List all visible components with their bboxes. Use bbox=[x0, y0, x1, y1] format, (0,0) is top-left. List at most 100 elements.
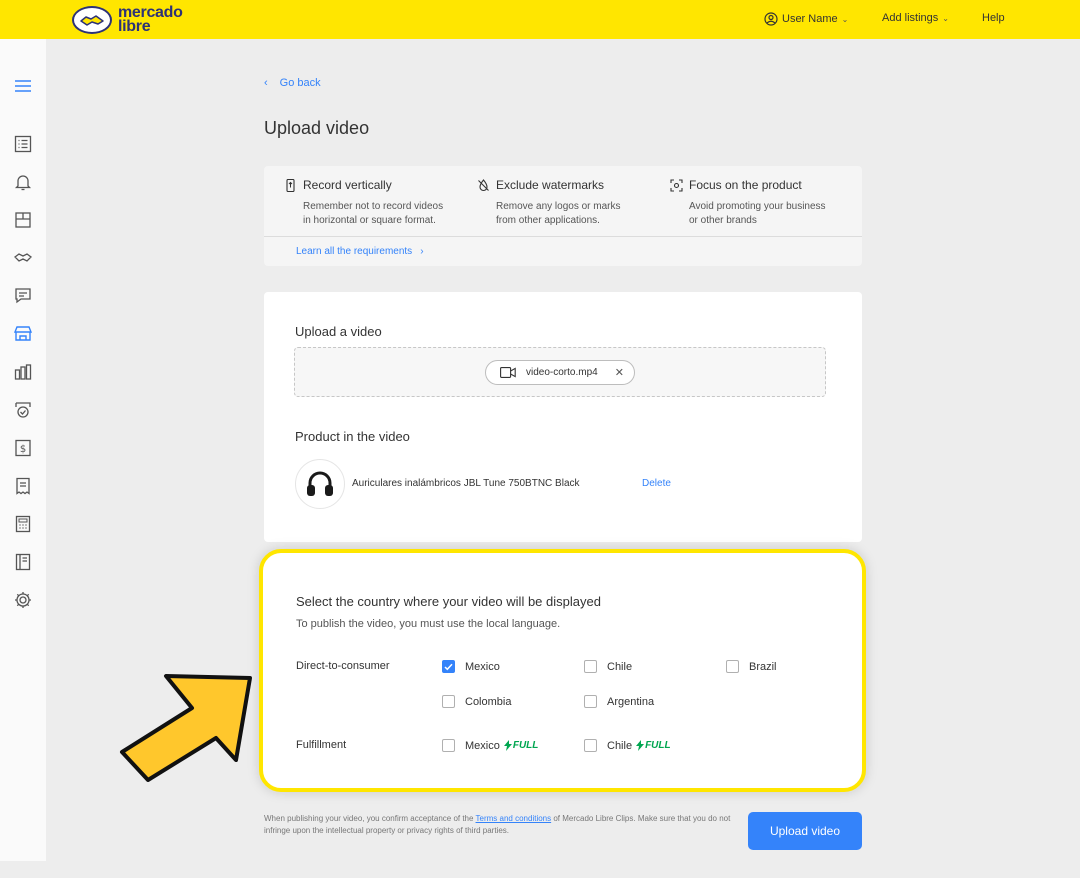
chevron-right-icon: › bbox=[420, 246, 424, 257]
checkbox-dtc-brazil[interactable]: Brazil bbox=[726, 660, 777, 673]
requirement-desc: Avoid promoting your business bbox=[689, 201, 826, 212]
checkbox[interactable] bbox=[726, 660, 739, 673]
add-listings-menu[interactable]: Add listings ⌄ bbox=[882, 12, 949, 24]
option-label: Mexico bbox=[465, 660, 500, 673]
badge-icon[interactable] bbox=[12, 399, 34, 421]
store-icon[interactable] bbox=[12, 323, 34, 345]
option-label: Mexico bbox=[465, 739, 500, 752]
video-camera-icon bbox=[500, 367, 516, 378]
list-icon[interactable] bbox=[12, 133, 34, 155]
checkbox[interactable] bbox=[442, 660, 455, 673]
headphones-icon bbox=[307, 471, 333, 496]
learn-requirements-label: Learn all the requirements bbox=[296, 246, 413, 257]
option-label: Chile bbox=[607, 660, 633, 673]
checkbox[interactable] bbox=[584, 660, 597, 673]
bell-icon[interactable] bbox=[12, 171, 34, 193]
requirement-item: Exclude watermarks Remove any logos or m… bbox=[477, 178, 657, 228]
book-icon[interactable] bbox=[12, 551, 34, 573]
checkbox-dtc-colombia[interactable]: Colombia bbox=[442, 695, 511, 708]
menu-icon[interactable] bbox=[12, 75, 34, 97]
checkbox-dtc-mexico[interactable]: Mexico bbox=[442, 660, 500, 673]
chevron-left-icon: ‹ bbox=[264, 77, 268, 89]
no-watermark-icon bbox=[478, 178, 489, 191]
product-name: Auriculares inalámbricos JBL Tune 750BTN… bbox=[352, 478, 580, 489]
help-label: Help bbox=[982, 12, 1005, 24]
file-name: video-corto.mp4 bbox=[526, 367, 598, 378]
phone-icon bbox=[286, 178, 295, 192]
full-badge: FULL bbox=[636, 740, 671, 751]
handshake-icon[interactable] bbox=[12, 247, 34, 269]
requirement-desc: Remember not to record videos bbox=[303, 201, 444, 212]
remove-file-icon[interactable]: ✕ bbox=[615, 366, 624, 379]
disclaimer-text: When publishing your video, you confirm … bbox=[264, 813, 734, 837]
requirement-desc: in horizontal or square format. bbox=[303, 215, 436, 226]
requirement-desc: or other brands bbox=[689, 215, 757, 226]
learn-requirements-link[interactable]: Learn all the requirements › bbox=[296, 246, 424, 257]
mercado-libre-logo[interactable]: mercado libre bbox=[72, 4, 183, 36]
checkbox-full-chile[interactable]: Chile FULL bbox=[584, 739, 671, 752]
option-label: Colombia bbox=[465, 695, 512, 708]
chevron-down-icon: ⌄ bbox=[841, 14, 849, 24]
upload-card: Upload a video video-corto.mp4 ✕ Product… bbox=[264, 292, 862, 542]
svg-text:$: $ bbox=[20, 444, 26, 455]
page-title: Upload video bbox=[264, 118, 370, 138]
checkbox[interactable] bbox=[584, 739, 597, 752]
full-badge-label: FULL bbox=[512, 740, 539, 751]
full-badge: FULL bbox=[503, 740, 539, 751]
video-dropzone[interactable]: video-corto.mp4 ✕ bbox=[294, 347, 826, 397]
lightning-icon bbox=[636, 740, 645, 751]
user-menu[interactable]: User Name ⌄ bbox=[764, 12, 848, 26]
receipt-icon[interactable] bbox=[12, 475, 34, 497]
upload-video-button[interactable]: Upload video bbox=[748, 812, 862, 850]
checkbox[interactable] bbox=[442, 739, 455, 752]
requirement-title: Focus on the product bbox=[689, 178, 802, 192]
user-name-label: User Name bbox=[782, 13, 838, 25]
help-link[interactable]: Help bbox=[982, 12, 1005, 24]
add-listings-label: Add listings bbox=[882, 12, 939, 24]
product-label: Product in the video bbox=[295, 429, 410, 444]
package-icon[interactable] bbox=[12, 209, 34, 231]
upload-video-label: Upload a video bbox=[295, 324, 382, 339]
logo-line2: libre bbox=[118, 18, 151, 35]
requirement-title: Record vertically bbox=[303, 178, 392, 192]
chat-icon[interactable] bbox=[12, 285, 34, 307]
top-header: mercado libre User Name ⌄ Add listings ⌄… bbox=[0, 0, 1080, 39]
checkbox-dtc-chile[interactable]: Chile bbox=[584, 660, 632, 673]
direct-to-consumer-label: Direct-to-consumer bbox=[296, 660, 390, 672]
disclaimer-pre: When publishing your video, you confirm … bbox=[264, 814, 476, 823]
country-title: Select the country where your video will… bbox=[296, 594, 601, 609]
option-label: Brazil bbox=[749, 660, 777, 673]
chevron-down-icon: ⌄ bbox=[942, 13, 949, 23]
terms-link[interactable]: Terms and conditions bbox=[476, 814, 552, 823]
requirement-item: Record vertically Remember not to record… bbox=[284, 178, 464, 228]
logo-text: mercado libre bbox=[118, 5, 183, 35]
requirements-card: Record vertically Remember not to record… bbox=[264, 166, 862, 266]
requirement-title: Exclude watermarks bbox=[496, 178, 605, 192]
focus-icon bbox=[670, 178, 683, 192]
option-label: Argentina bbox=[607, 695, 655, 708]
gear-icon[interactable] bbox=[12, 589, 34, 611]
file-chip: video-corto.mp4 ✕ bbox=[485, 360, 635, 385]
go-back-label: Go back bbox=[279, 77, 321, 89]
checkbox-full-mexico[interactable]: Mexico FULL bbox=[442, 739, 538, 752]
user-icon bbox=[764, 12, 778, 26]
requirement-desc: Remove any logos or marks bbox=[496, 201, 621, 212]
requirement-item: Focus on the product Avoid promoting you… bbox=[670, 178, 850, 228]
checkbox-dtc-argentina[interactable]: Argentina bbox=[584, 695, 654, 708]
country-subtitle: To publish the video, you must use the l… bbox=[296, 618, 561, 630]
country-selection-card: Select the country where your video will… bbox=[259, 549, 866, 792]
full-badge-label: FULL bbox=[645, 740, 671, 751]
option-label: Chile bbox=[607, 739, 633, 752]
bar-chart-icon[interactable] bbox=[12, 361, 34, 383]
go-back-link[interactable]: ‹ Go back bbox=[264, 77, 321, 89]
calculator-icon[interactable] bbox=[12, 513, 34, 535]
money-icon[interactable]: $ bbox=[12, 437, 34, 459]
sidebar: $ bbox=[0, 39, 46, 861]
fulfillment-label: Fulfillment bbox=[296, 739, 347, 751]
delete-product-link[interactable]: Delete bbox=[642, 478, 671, 489]
lightning-icon bbox=[503, 740, 512, 751]
checkbox[interactable] bbox=[442, 695, 455, 708]
pointer-arrow-icon bbox=[120, 674, 252, 782]
requirement-desc: from other applications. bbox=[496, 215, 600, 226]
checkbox[interactable] bbox=[584, 695, 597, 708]
